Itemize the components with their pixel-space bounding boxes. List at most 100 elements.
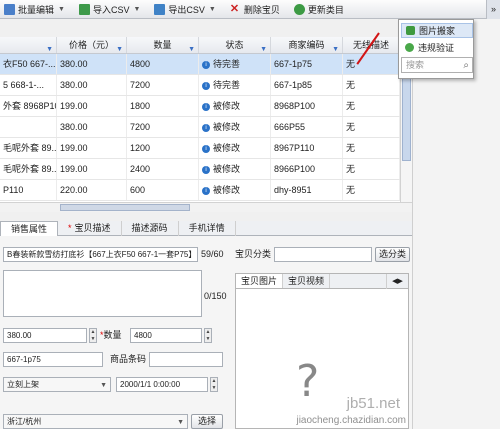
import-icon xyxy=(78,3,90,15)
column-header-quantity[interactable]: 数量 ▼ xyxy=(127,37,199,53)
tab-item-video[interactable]: 宝贝视频 xyxy=(283,274,331,288)
cell-qty: 1800 xyxy=(127,96,199,116)
batch-edit-label: 批量编辑 xyxy=(18,4,55,15)
info-icon: i xyxy=(202,165,210,174)
subtitle-textarea[interactable] xyxy=(3,270,202,317)
search-icon[interactable]: ⌕ xyxy=(463,59,469,73)
chevron-down-icon[interactable]: ▼ xyxy=(209,6,216,13)
cell-qty: 7200 xyxy=(127,75,199,95)
select-location-button[interactable]: 选择 xyxy=(191,414,223,429)
category-input[interactable] xyxy=(274,247,372,262)
chevron-down-icon[interactable]: ▼ xyxy=(100,379,107,391)
info-icon: i xyxy=(202,102,210,111)
cell-qty: 7200 xyxy=(127,117,199,137)
quantity-label: *数量 xyxy=(100,330,122,340)
cell-status: i 被修改 xyxy=(199,159,271,179)
menu-item-violation-check[interactable]: 违规验证 xyxy=(401,40,473,55)
tab-mobile-details[interactable]: 手机详情 xyxy=(179,221,236,236)
export-icon xyxy=(154,3,166,15)
column-header-merchant-code[interactable]: 商家编码 ▼ xyxy=(271,37,343,53)
menu-search-input[interactable]: 搜索 ⌕ xyxy=(401,57,473,73)
update-category-button[interactable]: 更新类目 xyxy=(290,1,348,18)
menu-item-image-migration[interactable]: 图片搬家 xyxy=(401,23,473,38)
price-stepper[interactable]: ▲ ▼ xyxy=(89,328,97,343)
title-input[interactable]: B春装新款雪纺打底衫【667上衣F50 667-1一套P75】 xyxy=(3,247,198,262)
cell-price: 199.00 xyxy=(57,159,127,179)
cell-price: 380.00 xyxy=(57,75,127,95)
column-header-status[interactable]: 状态 ▼ xyxy=(199,37,271,53)
category-label: 宝贝分类 xyxy=(235,249,272,259)
column-header-price[interactable]: 价格（元） ▼ xyxy=(57,37,127,53)
cell-code: 8968P100 xyxy=(271,96,343,116)
subtitle-counter: 0/150 xyxy=(204,291,227,301)
media-tabs: 宝贝图片 宝贝视频 ◀▶ xyxy=(236,274,408,289)
filter-icon[interactable]: ▼ xyxy=(46,41,53,53)
column-header-title[interactable]: ▼ xyxy=(0,37,57,53)
cell-status: i 被修改 xyxy=(199,180,271,200)
edit-icon xyxy=(4,3,15,15)
merchant-code-input[interactable]: 667-1p75 xyxy=(3,352,103,367)
filter-icon[interactable]: ▼ xyxy=(188,41,195,53)
cell-code: dhy-8951 xyxy=(271,180,343,200)
cell-wireless: 无 xyxy=(343,96,400,116)
chevron-down-icon[interactable]: ▼ xyxy=(58,6,65,13)
quantity-stepper[interactable]: ▲ ▼ xyxy=(204,328,212,343)
cell-qty: 1200 xyxy=(127,138,199,158)
media-box: 宝贝图片 宝贝视频 ◀▶ ? jb51.net jiaocheng.chazid… xyxy=(235,273,409,429)
cell-wireless: 无 xyxy=(343,54,400,74)
table-row[interactable]: 毛呢外套 89... 199.00 2400 i 被修改 8966P100 无 xyxy=(0,159,400,180)
table-row[interactable]: 外套 8968P10...199.001800i被修改8968P100无 xyxy=(0,96,400,117)
export-csv-label: 导出CSV xyxy=(168,4,205,15)
table-row[interactable]: 衣F50 667-... 380.00 4800 i 待完善 667-1p75 无 xyxy=(0,54,400,75)
delete-icon: ✕ xyxy=(229,2,240,15)
location-select[interactable]: 浙江/杭州 ▼ xyxy=(3,414,188,429)
cell-title xyxy=(0,117,57,137)
cell-wireless: 无 xyxy=(343,159,400,179)
cell-title: 5 668-1-... xyxy=(0,75,57,95)
price-input[interactable]: 380.00 xyxy=(3,328,87,343)
cell-code: 8967P110 xyxy=(271,138,343,158)
scrollbar-thumb[interactable] xyxy=(60,204,190,211)
cell-price: 220.00 xyxy=(57,180,127,200)
listing-date-input[interactable]: 2000/1/1 0:00:00 xyxy=(116,377,208,392)
filter-icon[interactable]: ▼ xyxy=(332,41,339,53)
detail-tabs: 销售属性 * 宝贝描述 描述源码 手机详情 xyxy=(0,221,412,236)
tab-sales-attributes[interactable]: 销售属性 xyxy=(0,221,59,236)
cell-qty: 2400 xyxy=(127,159,199,179)
chevron-down-icon[interactable]: ▼ xyxy=(133,6,140,13)
listing-mode-select[interactable]: 立刻上架 ▼ xyxy=(3,377,111,392)
table-row[interactable]: 5 668-1-... 380.00 7200 i 待完善 667-1p85 无 xyxy=(0,75,400,96)
import-csv-button[interactable]: 导入CSV ▼ xyxy=(75,1,144,18)
chevron-down-icon[interactable]: ▼ xyxy=(177,416,184,428)
table-row[interactable]: P110 220.00 600 i 被修改 dhy-8951 无 xyxy=(0,180,400,201)
toolbar-overflow-button[interactable]: » xyxy=(486,0,500,19)
select-category-button[interactable]: 选分类 xyxy=(375,247,410,262)
quantity-input[interactable]: 4800 xyxy=(130,328,202,343)
filter-icon[interactable]: ▼ xyxy=(116,41,123,53)
image-migration-icon xyxy=(406,26,415,35)
table-row[interactable]: 毛呢外套 89... 199.00 1200 i 被修改 8967P110 无 xyxy=(0,138,400,159)
barcode-input[interactable] xyxy=(149,352,223,367)
cell-title: P110 xyxy=(0,180,57,200)
date-stepper[interactable]: ▲ ▼ xyxy=(210,377,218,392)
watermark-site: jb51.net xyxy=(346,395,400,412)
delete-item-label: 删除宝贝 xyxy=(243,4,280,15)
tab-item-images[interactable]: 宝贝图片 xyxy=(236,274,284,288)
batch-edit-button[interactable]: 批量编辑 ▼ xyxy=(0,1,69,18)
table-row[interactable]: 380.00 7200 i 被修改 666P55 无 xyxy=(0,117,400,138)
cell-status: i 被修改 xyxy=(199,138,271,158)
cell-status: i 待完善 xyxy=(199,54,271,74)
tab-scroll-arrows[interactable]: ◀▶ xyxy=(386,274,408,289)
item-form: B春装新款雪纺打底衫【667上衣F50 667-1一套P75】 59/60 0/… xyxy=(0,236,232,429)
tab-item-description[interactable]: * 宝贝描述 xyxy=(58,221,122,236)
item-side-panel: 宝贝分类 选分类 宝贝图片 宝贝视频 ◀▶ ? jb51.net jiaoche… xyxy=(232,236,412,429)
tab-description-source[interactable]: 描述源码 xyxy=(122,221,179,236)
grid-horizontal-scrollbar[interactable] xyxy=(0,202,412,212)
filter-icon[interactable]: ▼ xyxy=(260,41,267,53)
info-icon: i xyxy=(202,123,210,132)
delete-item-button[interactable]: ✕ 删除宝贝 xyxy=(226,1,284,18)
export-csv-button[interactable]: 导出CSV ▼ xyxy=(150,1,219,18)
right-side-strip xyxy=(412,19,500,429)
update-category-label: 更新类目 xyxy=(307,4,344,15)
cell-code: 8966P100 xyxy=(271,159,343,179)
